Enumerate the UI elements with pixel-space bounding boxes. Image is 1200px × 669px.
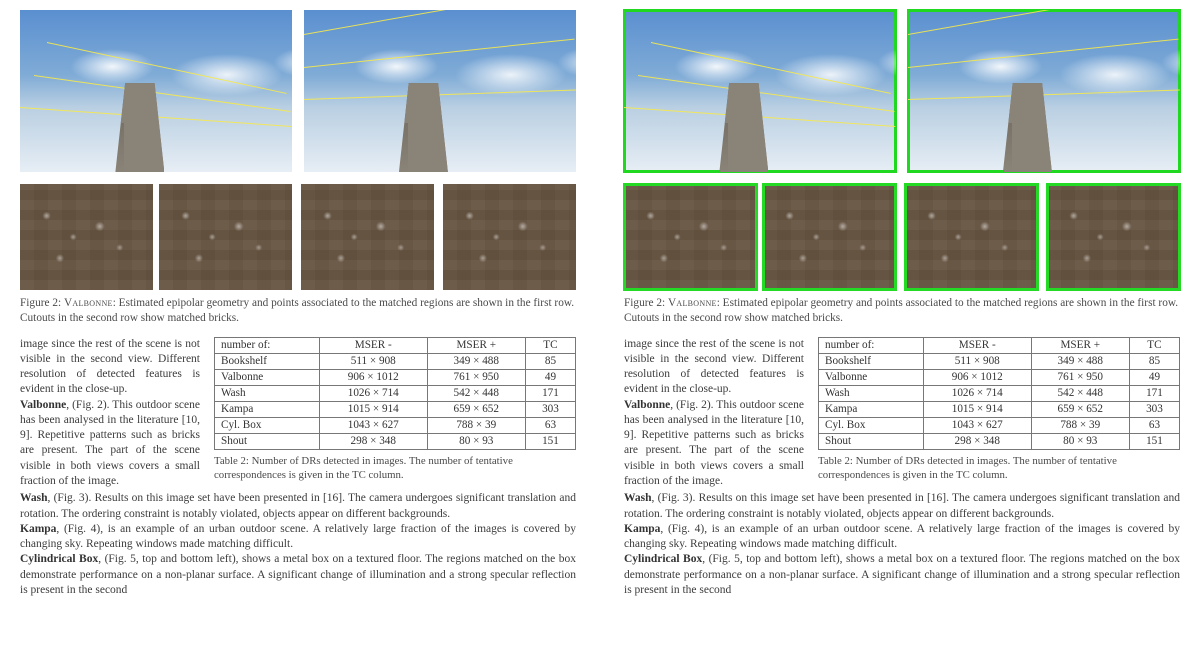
table-caption: Table 2: Number of DRs detected in image… <box>818 454 1180 482</box>
table-row: Wash1026 × 714542 × 448171 <box>819 385 1180 401</box>
right-panel: Figure 2: Valbonne: Estimated epipolar g… <box>624 10 1180 659</box>
kampa-b: Kampa <box>20 523 56 535</box>
epipolar-line-icon <box>34 75 290 112</box>
th-tc: TC <box>1129 337 1179 353</box>
table-caption-label: Table 2: <box>818 455 853 467</box>
figure-left <box>20 10 576 290</box>
epipolar-line-icon <box>908 90 1180 101</box>
table-row: Kampa1015 × 914659 × 652303 <box>215 401 576 417</box>
epipolar-line-icon <box>908 10 1176 35</box>
table-caption: Table 2: Number of DRs detected in image… <box>214 454 576 482</box>
wash-t: , (Fig. 3). Results on this image set ha… <box>20 492 576 519</box>
figure-right <box>624 10 1180 290</box>
th-mser-plus: MSER + <box>427 337 525 353</box>
fig-tile-wall-2 <box>159 184 292 290</box>
epipolar-line-icon <box>638 75 894 112</box>
fig-tile-sky-right <box>304 10 576 172</box>
dr-table: number of: MSER - MSER + TC Bookshelf511… <box>818 337 1180 450</box>
table-row: Shout298 × 34880 × 93151 <box>819 433 1180 449</box>
caption-label: Figure 2: <box>624 297 665 309</box>
th-mser-minus: MSER - <box>923 337 1031 353</box>
th-tc: TC <box>525 337 575 353</box>
table-row: Wash1026 × 714542 × 448171 <box>215 385 576 401</box>
fig-tile-wall-1 <box>20 184 153 290</box>
epipolar-line-icon <box>304 90 576 101</box>
epipolar-line-icon <box>304 10 572 35</box>
wash-b: Wash <box>20 492 48 504</box>
fig-tile-wall-3 <box>301 184 434 290</box>
table-row: Bookshelf511 × 908349 × 48885 <box>819 353 1180 369</box>
figure-caption: Figure 2: Valbonne: Estimated epipolar g… <box>20 296 576 327</box>
caption-label: Figure 2: <box>20 297 61 309</box>
fig-tile-sky-left <box>20 10 292 172</box>
body-row: image since the rest of the scene is not… <box>624 337 1180 490</box>
left-column-text: image since the rest of the scene is not… <box>624 337 804 490</box>
dr-table: number of: MSER - MSER + TC Bookshelf511… <box>214 337 576 450</box>
comparison-canvas: Figure 2: Valbonne: Estimated epipolar g… <box>0 0 1200 669</box>
epipolar-line-icon <box>908 38 1179 67</box>
table-caption-text: Number of DRs detected in images. The nu… <box>214 455 513 481</box>
cyl-b: Cylindrical Box <box>20 553 98 565</box>
table-row: Shout298 × 34880 × 93151 <box>215 433 576 449</box>
table-row: Bookshelf511 × 908349 × 48885 <box>215 353 576 369</box>
th-mser-minus: MSER - <box>319 337 427 353</box>
table-wrap: number of: MSER - MSER + TC Bookshelf511… <box>214 337 576 490</box>
table-row: Cyl. Box1043 × 627788 × 3963 <box>215 417 576 433</box>
kampa-b: Kampa <box>624 523 660 535</box>
fig-tile-wall-2-annotated <box>763 184 896 290</box>
table-wrap: number of: MSER - MSER + TC Bookshelf511… <box>818 337 1180 490</box>
figure-caption: Figure 2: Valbonne: Estimated epipolar g… <box>624 296 1180 327</box>
wash-t: , (Fig. 3). Results on this image set ha… <box>624 492 1180 519</box>
left-column-text: image since the rest of the scene is not… <box>20 337 200 490</box>
full-width-text: Wash, (Fig. 3). Results on this image se… <box>20 491 576 598</box>
table-row: Cyl. Box1043 × 627788 × 3963 <box>819 417 1180 433</box>
fig-tile-sky-right-annotated <box>908 10 1180 172</box>
table-caption-label: Table 2: <box>214 455 249 467</box>
epipolar-line-icon <box>624 107 896 127</box>
th-mser-plus: MSER + <box>1031 337 1129 353</box>
kampa-t: , (Fig. 4), is an example of an urban ou… <box>624 523 1180 550</box>
table-row: Valbonne906 × 1012761 × 95049 <box>819 369 1180 385</box>
cyl-b: Cylindrical Box <box>624 553 702 565</box>
cyl-t: , (Fig. 5, top and bottom left), shows a… <box>20 553 576 596</box>
epipolar-line-icon <box>304 38 575 67</box>
para-valbonne-tail: , (Fig. 2). This outdoor scene has been … <box>20 399 200 487</box>
table-header-row: number of: MSER - MSER + TC <box>215 337 576 353</box>
table-header-row: number of: MSER - MSER + TC <box>819 337 1180 353</box>
left-panel: Figure 2: Valbonne: Estimated epipolar g… <box>20 10 576 659</box>
th-number: number of: <box>215 337 320 353</box>
caption-scene-name: Valbonne <box>64 297 113 309</box>
fig-tile-wall-1-annotated <box>624 184 757 290</box>
para-intro: image since the rest of the scene is not… <box>20 338 200 396</box>
para-valbonne-b: Valbonne <box>20 399 66 411</box>
body-row: image since the rest of the scene is not… <box>20 337 576 490</box>
epipolar-line-icon <box>20 107 292 127</box>
fig-tile-wall-3-annotated <box>905 184 1038 290</box>
para-intro: image since the rest of the scene is not… <box>624 338 804 396</box>
epipolar-line-icon <box>651 42 891 94</box>
table-row: Valbonne906 × 1012761 × 95049 <box>215 369 576 385</box>
full-width-text: Wash, (Fig. 3). Results on this image se… <box>624 491 1180 598</box>
fig-tile-wall-4 <box>443 184 576 290</box>
fig-tile-wall-4-annotated <box>1047 184 1180 290</box>
th-number: number of: <box>819 337 924 353</box>
para-valbonne-b: Valbonne <box>624 399 670 411</box>
kampa-t: , (Fig. 4), is an example of an urban ou… <box>20 523 576 550</box>
table-row: Kampa1015 × 914659 × 652303 <box>819 401 1180 417</box>
table-caption-text: Number of DRs detected in images. The nu… <box>818 455 1117 481</box>
wash-b: Wash <box>624 492 652 504</box>
caption-scene-name: Valbonne <box>668 297 717 309</box>
cyl-t: , (Fig. 5, top and bottom left), shows a… <box>624 553 1180 596</box>
fig-tile-sky-left-annotated <box>624 10 896 172</box>
para-valbonne-tail: , (Fig. 2). This outdoor scene has been … <box>624 399 804 487</box>
epipolar-line-icon <box>47 42 287 94</box>
